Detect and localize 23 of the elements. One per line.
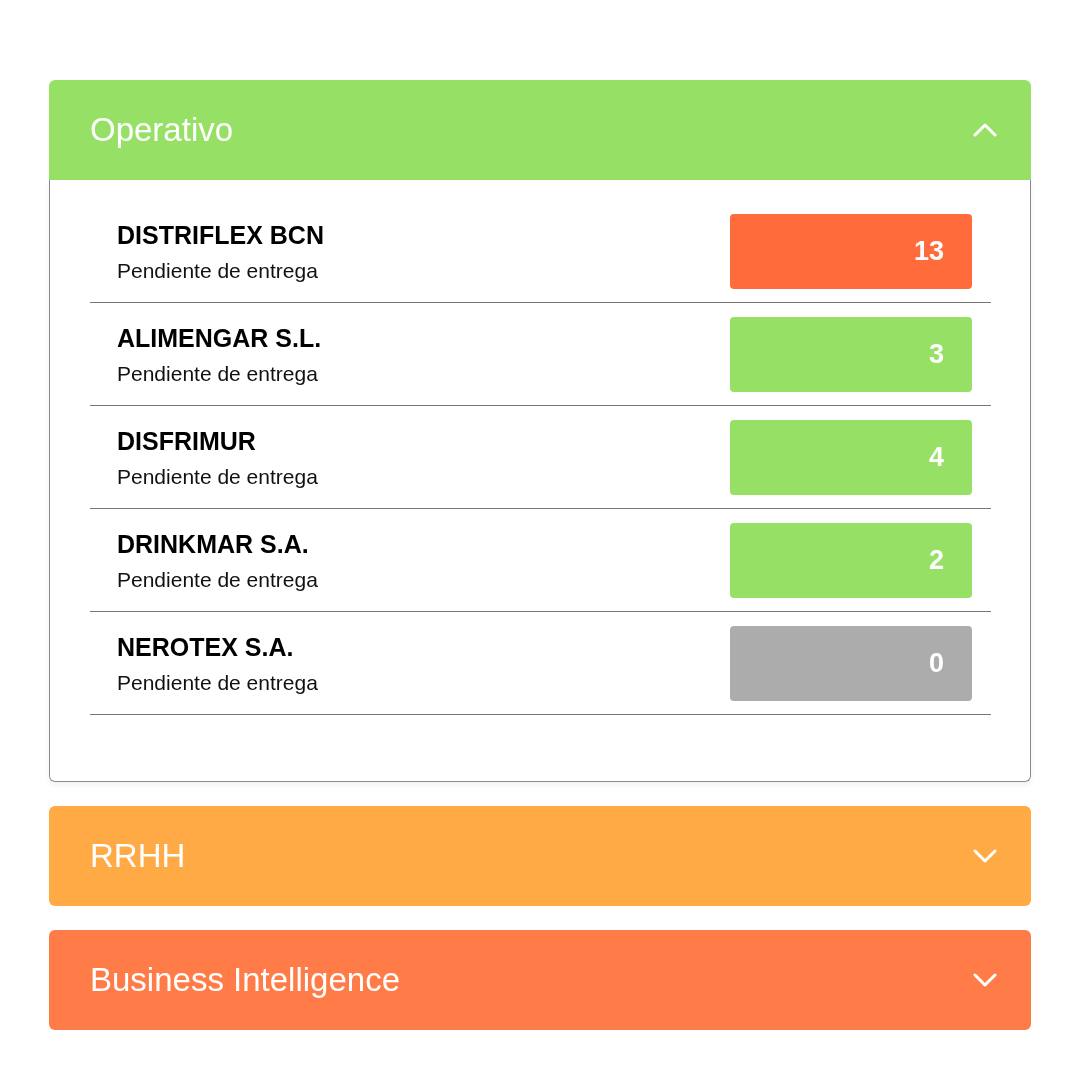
- list-row[interactable]: ALIMENGAR S.L. Pendiente de entrega 3: [90, 303, 991, 406]
- chevron-down-icon: [973, 973, 997, 987]
- count-badge: 2: [730, 523, 972, 598]
- count-badge: 3: [730, 317, 972, 392]
- status-text: Pendiente de entrega: [117, 670, 318, 696]
- list-row[interactable]: NEROTEX S.A. Pendiente de entrega 0: [90, 612, 991, 715]
- list-row[interactable]: DISFRIMUR Pendiente de entrega 4: [90, 406, 991, 509]
- count-badge: 13: [730, 214, 972, 289]
- chevron-down-icon: [973, 849, 997, 863]
- company-name: DISFRIMUR: [117, 426, 257, 456]
- status-text: Pendiente de entrega: [117, 464, 318, 490]
- status-text: Pendiente de entrega: [117, 258, 319, 284]
- company-name: DRINKMAR S.A.: [117, 529, 310, 559]
- count-badge: 4: [730, 420, 972, 495]
- company-name: NEROTEX S.A.: [117, 632, 295, 662]
- company-name: ALIMENGAR S.L.: [117, 323, 322, 353]
- count-badge: 0: [730, 626, 972, 701]
- list-row[interactable]: DISTRIFLEX BCN Pendiente de entrega 13: [90, 200, 991, 303]
- status-text: Pendiente de entrega: [117, 567, 318, 593]
- status-text: Pendiente de entrega: [117, 361, 319, 387]
- company-name: DISTRIFLEX BCN: [117, 220, 324, 250]
- list-row[interactable]: DRINKMAR S.A. Pendiente de entrega 2: [90, 509, 991, 612]
- chevron-up-icon: [973, 123, 997, 137]
